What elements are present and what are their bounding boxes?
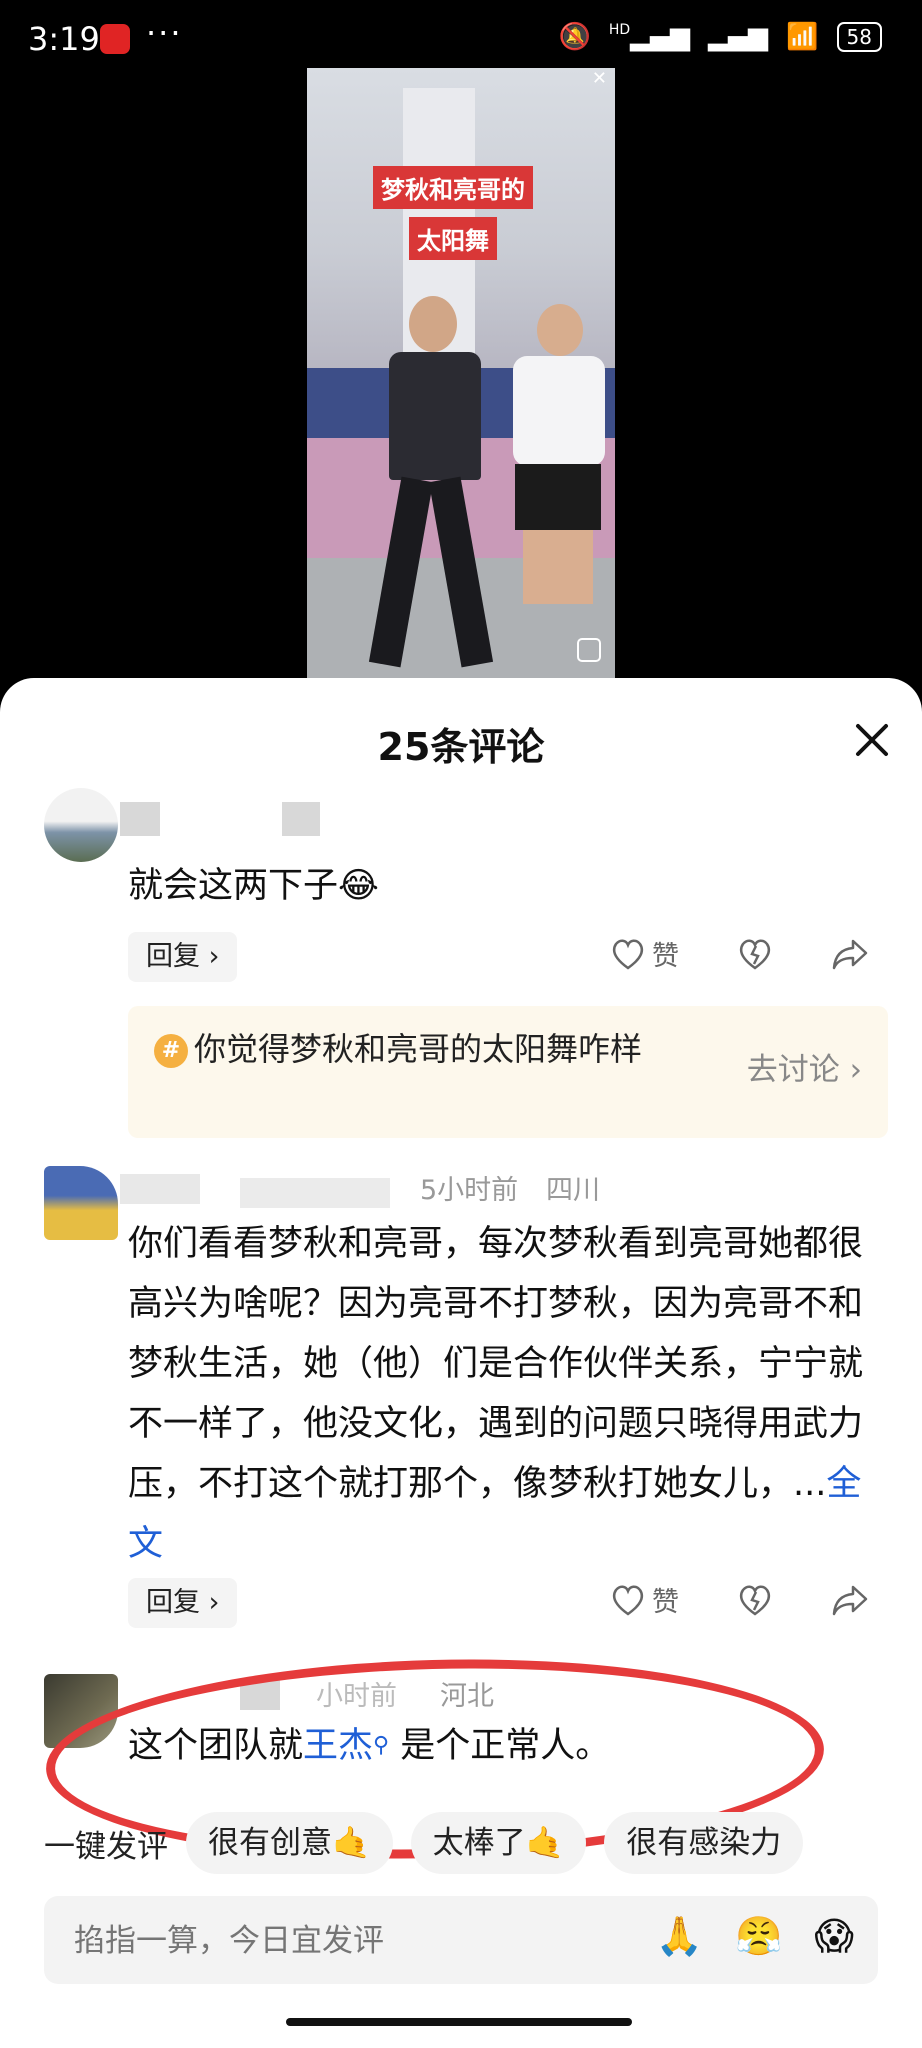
app-notification-icon (100, 24, 130, 54)
quick-comment-label: 一键发评 (44, 1828, 168, 1865)
reply-button[interactable]: 回复 › (128, 932, 238, 982)
more-notifications-icon: ··· (146, 14, 183, 52)
heart-icon (612, 939, 644, 970)
video-caption: 梦秋和亮哥的 太阳舞 (373, 166, 533, 260)
like-button[interactable]: 赞 (610, 1580, 679, 1619)
blurred-username (120, 1174, 200, 1204)
angry-emoji-icon[interactable]: 😤 (735, 1914, 782, 1959)
comment-location: 四川 (546, 1175, 600, 1206)
quick-comment-chip[interactable]: 很有感染力 (604, 1812, 804, 1874)
comment-time: 5小时前 (420, 1175, 519, 1206)
pray-emoji-icon[interactable]: 🙏 (656, 1914, 703, 1959)
fullscreen-icon[interactable] (577, 638, 601, 662)
status-time: 3:19 (28, 20, 100, 58)
video-caption-line1: 梦秋和亮哥的 (373, 166, 533, 209)
like-button[interactable]: 赞 (610, 934, 679, 973)
avatar[interactable] (44, 788, 118, 862)
shocked-emoji-icon[interactable]: 😱 (814, 1914, 854, 1959)
dancer-1 (368, 296, 494, 680)
share-icon[interactable] (831, 1583, 869, 1617)
comment-text: 你们看看梦秋和亮哥，每次梦秋看到亮哥她都很高兴为啥呢？因为亮哥不打梦秋，因为亮哥… (128, 1214, 868, 1574)
quick-comment-row: 一键发评 很有创意🤙 太棒了🤙 很有感染力 (0, 1810, 922, 1876)
topic-card[interactable]: # 你觉得梦秋和亮哥的太阳舞咋样 去讨论 › (128, 1006, 888, 1138)
system-icons: 🔕 HD▂▄▆ ▂▄▆ 📶 58 (558, 22, 882, 52)
quick-comment-chip[interactable]: 太棒了🤙 (410, 1812, 587, 1874)
comment-text: 就会这两下子😂 (128, 866, 379, 906)
video-caption-line2: 太阳舞 (409, 217, 497, 260)
blurred-username (120, 802, 160, 836)
comment-actions: 赞 (610, 1580, 869, 1619)
blurred-meta (240, 1178, 390, 1208)
comment-input-bar: 🙏 😤 😱 (44, 1896, 878, 1986)
signal-icon: HD▂▄▆ (608, 22, 691, 52)
comment-body: 你们看看梦秋和亮哥，每次梦秋看到亮哥她都很高兴为啥呢？因为亮哥不打梦秋，因为亮哥… (128, 1224, 864, 1504)
dislike-icon[interactable] (737, 937, 773, 971)
dancer-2 (507, 304, 607, 604)
blurred-meta (282, 802, 320, 836)
battery-icon: 58 (836, 22, 882, 52)
sheet-title: 25条评论 (377, 725, 545, 769)
discuss-link[interactable]: 去讨论 › (747, 1044, 862, 1089)
heart-icon (612, 1585, 644, 1616)
comment-actions: 赞 (610, 934, 869, 973)
wifi-icon: 📶 (786, 22, 819, 52)
signal-2-icon: ▂▄▆ (708, 22, 769, 52)
topic-text: 你觉得梦秋和亮哥的太阳舞咋样 (194, 1030, 643, 1068)
close-video-icon[interactable]: ✕ (592, 68, 607, 89)
like-label: 赞 (652, 941, 679, 972)
home-indicator[interactable] (286, 2018, 632, 2026)
like-label: 赞 (652, 1587, 679, 1618)
dislike-icon[interactable] (737, 1583, 773, 1617)
video-player[interactable]: 梦秋和亮哥的 太阳舞 ✕ (307, 68, 615, 680)
quick-comment-chip[interactable]: 很有创意🤙 (186, 1812, 393, 1874)
avatar[interactable] (44, 1166, 118, 1240)
emoji-shortcuts: 🙏 😤 😱 (656, 1914, 854, 1959)
comment-input[interactable] (72, 1896, 636, 1986)
close-icon[interactable] (852, 720, 892, 760)
mute-icon: 🔕 (558, 22, 591, 52)
share-icon[interactable] (831, 937, 869, 971)
reply-button[interactable]: 回复 › (128, 1578, 238, 1628)
